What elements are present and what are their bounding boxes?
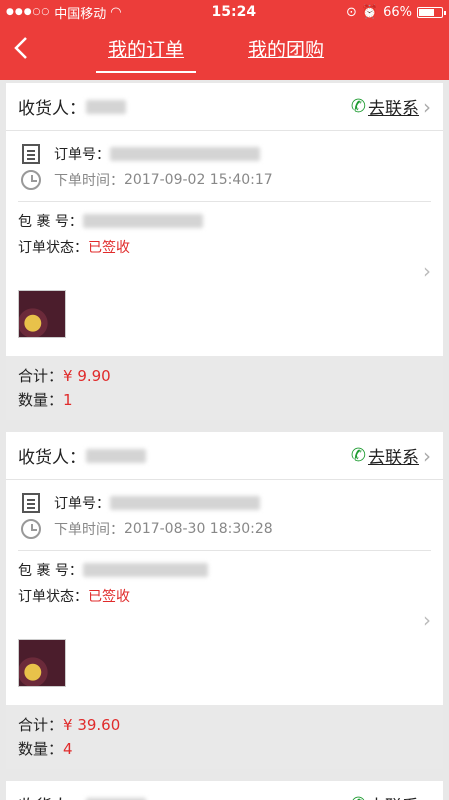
- chevron-right-icon: ›: [423, 608, 431, 632]
- product-thumbnail: [18, 639, 66, 687]
- phone-icon: ✆: [350, 96, 366, 117]
- total-amount: ¥ 9.90: [63, 367, 111, 385]
- status-bar: ●●●○○ 中国移动 ◠ 15:24 ⊙ ⏰ 66%: [0, 0, 449, 24]
- order-card: 收货人： ✆ 去联系 › 订单号： 下单时间： 2017-09-02 15:40…: [6, 83, 443, 420]
- clock-icon: [21, 519, 41, 539]
- chevron-right-icon: ›: [423, 443, 431, 468]
- app-header: ●●●○○ 中国移动 ◠ 15:24 ⊙ ⏰ 66% 我的订单 我的团购: [0, 0, 449, 80]
- alarm-icon: ⏰: [361, 4, 379, 20]
- contact-button[interactable]: ✆ 去联系 ›: [351, 792, 431, 800]
- quantity-label: 数量：: [18, 740, 64, 758]
- contact-button[interactable]: ✆ 去联系 ›: [350, 94, 431, 120]
- back-button[interactable]: [14, 36, 28, 65]
- order-state-label: 订单状态：: [18, 589, 88, 605]
- phone-icon: ✆: [350, 445, 366, 466]
- order-card: 收货人： ✆ 去联系 ›: [6, 781, 443, 800]
- total-amount: ¥ 39.60: [63, 716, 121, 734]
- receiver-name-redacted: [86, 448, 146, 463]
- order-card: 收货人： ✆ 去联系 › 订单号： 下单时间： 2017-08-30 18:30…: [6, 432, 443, 769]
- order-time-label: 下单时间：: [54, 173, 124, 189]
- total-label: 合计：: [18, 367, 64, 385]
- order-no-label: 订单号：: [54, 147, 110, 163]
- order-summary: 合计：¥ 9.90 数量：1: [6, 356, 443, 420]
- quantity-value: 1: [63, 391, 73, 409]
- package-label: 包 裹 号：: [18, 563, 83, 579]
- rotation-lock-icon: ⊙: [345, 4, 357, 20]
- battery-icon: [416, 6, 446, 18]
- contact-label: 去联系: [368, 448, 419, 468]
- divider: [18, 201, 431, 202]
- contact-label: 去联系: [368, 99, 419, 119]
- tab-my-orders[interactable]: 我的订单: [95, 35, 197, 73]
- phone-icon: ✆: [351, 794, 366, 800]
- order-no-redacted: [110, 496, 260, 510]
- product-thumbnail: [18, 290, 66, 338]
- total-label: 合计：: [18, 716, 64, 734]
- document-icon: [22, 493, 40, 513]
- wifi-icon: ◠: [110, 4, 122, 20]
- package-label: 包 裹 号：: [18, 214, 83, 230]
- tab-my-group-buys[interactable]: 我的团购: [248, 35, 324, 70]
- chevron-right-icon: ›: [423, 94, 431, 119]
- order-time: 2017-09-02 15:40:17: [124, 172, 273, 188]
- receiver-label: 收货人：: [18, 448, 86, 468]
- receiver-name-redacted: [86, 99, 126, 114]
- order-no-redacted: [110, 147, 260, 161]
- package-no-redacted: [82, 214, 203, 228]
- order-details[interactable]: 订单号： 下单时间： 2017-09-02 15:40:17 包 裹 号： 订单…: [6, 131, 443, 356]
- order-list: 收货人： ✆ 去联系 › 订单号： 下单时间： 2017-09-02 15:40…: [0, 80, 449, 800]
- battery-percent: 66%: [383, 4, 412, 20]
- receiver-label: 收货人：: [18, 792, 86, 800]
- chevron-right-icon: ›: [423, 259, 431, 283]
- order-state-label: 订单状态：: [18, 240, 88, 256]
- signal-icon: ●●●○○: [6, 7, 51, 17]
- quantity-value: 4: [63, 740, 73, 758]
- order-no-label: 订单号：: [54, 496, 110, 512]
- chevron-left-icon: [14, 37, 27, 59]
- receiver-label: 收货人：: [18, 99, 86, 119]
- order-details[interactable]: 订单号： 下单时间： 2017-08-30 18:30:28 包 裹 号： 订单…: [6, 480, 443, 705]
- quantity-label: 数量：: [18, 391, 64, 409]
- order-state: 已签收: [88, 589, 130, 605]
- carrier-name: 中国移动: [54, 6, 107, 22]
- order-time: 2017-08-30 18:30:28: [124, 521, 273, 537]
- divider: [18, 550, 431, 551]
- order-summary: 合计：¥ 39.60 数量：4: [6, 705, 443, 769]
- order-state: 已签收: [88, 240, 130, 256]
- document-icon: [22, 144, 40, 164]
- clock-time: 15:24: [211, 4, 257, 20]
- nav-bar: 我的订单 我的团购: [0, 24, 449, 80]
- chevron-right-icon: ›: [423, 793, 431, 800]
- package-no-redacted: [82, 563, 208, 577]
- order-time-label: 下单时间：: [54, 522, 124, 538]
- clock-icon: [21, 170, 41, 190]
- contact-button[interactable]: ✆ 去联系 ›: [350, 443, 431, 469]
- contact-label: 去联系: [368, 792, 419, 800]
